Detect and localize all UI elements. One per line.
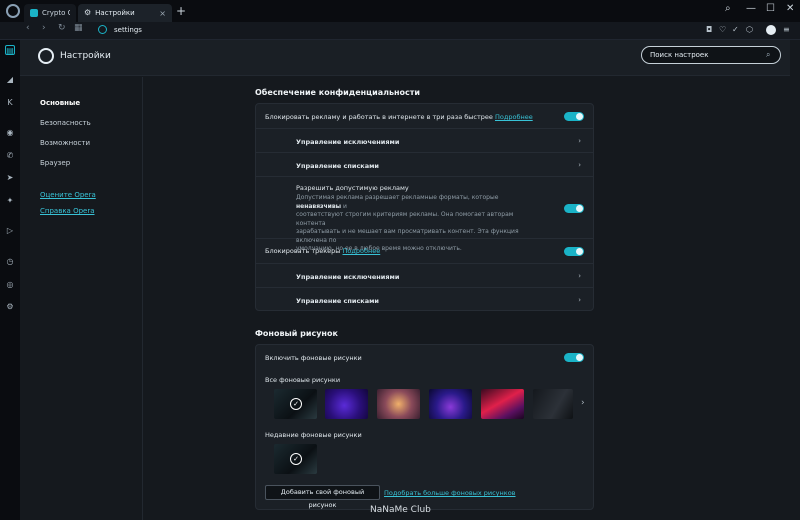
minimize-icon[interactable]: —	[746, 3, 756, 14]
close-window-icon[interactable]: ✕	[786, 3, 794, 14]
privacy-card: Блокировать рекламу и работать в интерне…	[255, 103, 594, 311]
check-icon[interactable]: ✓	[732, 25, 739, 34]
wallpaper-thumb-3[interactable]	[377, 389, 420, 419]
block-trackers-toggle[interactable]	[564, 247, 584, 256]
extensions-icon[interactable]: ◎	[5, 280, 15, 290]
tracker-exceptions-row[interactable]: Управление исключениями ›	[256, 264, 593, 288]
manage-exceptions-label: Управление исключениями	[296, 138, 400, 146]
tab-label: Настройки	[95, 9, 135, 17]
reload-icon[interactable]: ↻	[58, 23, 66, 33]
menu-icon[interactable]: ≡	[783, 25, 790, 34]
history-icon[interactable]: ◷	[5, 257, 15, 267]
tracker-lists-label: Управление списками	[296, 297, 379, 305]
chevron-right-icon: ›	[578, 272, 581, 280]
opera-site-icon	[98, 25, 107, 34]
settings-sidebar-icon[interactable]: ▤	[5, 45, 15, 55]
crypto-corner-favicon-icon	[30, 9, 38, 17]
gear-icon: ⚙	[84, 8, 92, 17]
chevron-right-icon: ›	[578, 137, 581, 145]
block-ads-toggle[interactable]	[564, 112, 584, 121]
tab-label: Crypto Corne	[42, 9, 70, 17]
selected-check-icon: ✓	[290, 453, 302, 465]
search-tabs-icon[interactable]: ⌕	[725, 3, 731, 14]
watermark: NaNaMe Club	[370, 505, 431, 515]
allow-ads-toggle[interactable]	[564, 204, 584, 213]
opera-logo-icon	[38, 48, 54, 64]
tab-grid-icon[interactable]: ▦	[74, 23, 83, 33]
allow-ads-title: Разрешить допустимую рекламу	[296, 184, 409, 192]
more-wallpapers-link[interactable]: Подобрать больше фоновых рисунков	[384, 489, 516, 497]
wallpaper-thumb-4[interactable]	[429, 389, 472, 419]
enable-wallpapers-label: Включить фоновые рисунки	[265, 354, 362, 362]
nav-item-browser[interactable]: Браузер	[40, 159, 70, 167]
tab-crypto-corner[interactable]: Crypto Corne	[24, 4, 76, 22]
wallpaper-thumb-2[interactable]	[325, 389, 368, 419]
wallpaper-thumb-6[interactable]	[533, 389, 573, 419]
block-trackers-more-link[interactable]: Подробнее	[343, 247, 381, 255]
discord-icon[interactable]: ◉	[5, 128, 15, 138]
search-icon: ⌕	[766, 50, 771, 59]
chevron-right-icon: ›	[578, 161, 581, 169]
manage-lists-row[interactable]: Управление списками ›	[256, 153, 593, 177]
twitter-icon[interactable]: ✦	[5, 196, 15, 206]
recent-wallpapers-label: Недавние фоновые рисунки	[265, 431, 362, 439]
nav-item-features[interactable]: Возможности	[40, 139, 90, 147]
block-trackers-label: Блокировать трекеры Подробнее	[265, 247, 381, 255]
opera-help-link[interactable]: Справка Opera	[40, 207, 95, 215]
allow-ads-row: Разрешить допустимую рекламу Допустимая …	[256, 177, 593, 252]
search-placeholder: Поиск настроек	[650, 51, 709, 59]
selected-check-icon: ✓	[290, 398, 302, 410]
back-icon[interactable]: ‹	[26, 23, 30, 33]
charts-icon[interactable]: ◢	[5, 75, 15, 85]
tab-settings[interactable]: ⚙ Настройки ×	[78, 4, 172, 22]
address-text[interactable]: settings	[114, 26, 142, 34]
block-ads-row: Блокировать рекламу и работать в интерне…	[256, 104, 593, 129]
wallpaper-section-title: Фоновый рисунок	[255, 329, 338, 338]
player-icon[interactable]: ▷	[5, 226, 15, 236]
new-tab-button[interactable]: +	[176, 4, 186, 18]
camera-icon[interactable]: ◘	[706, 25, 712, 34]
manage-lists-label: Управление списками	[296, 162, 379, 170]
telegram-icon[interactable]: ➤	[5, 173, 15, 183]
tracker-exceptions-label: Управление исключениями	[296, 273, 400, 281]
nav-item-basic[interactable]: Основные	[40, 99, 80, 107]
chevron-right-icon: ›	[578, 296, 581, 304]
close-tab-icon[interactable]: ×	[159, 9, 166, 18]
all-wallpapers-label: Все фоновые рисунки	[265, 376, 341, 384]
block-ads-label: Блокировать рекламу и работать в интерне…	[265, 113, 533, 121]
heart-icon[interactable]: ♡	[719, 25, 726, 34]
opera-menu-icon[interactable]	[6, 4, 20, 18]
k-app-icon[interactable]: K	[5, 98, 15, 108]
privacy-section-title: Обеспечение конфиденциальности	[255, 88, 421, 97]
manage-exceptions-row[interactable]: Управление исключениями ›	[256, 129, 593, 153]
maximize-icon[interactable]: ☐	[766, 3, 775, 14]
avatar[interactable]	[766, 25, 776, 35]
page-title: Настройки	[60, 51, 111, 61]
rate-opera-link[interactable]: Оцените Opera	[40, 191, 96, 199]
box-icon[interactable]: ⬡	[746, 25, 753, 34]
wallpaper-thumb-5[interactable]	[481, 389, 524, 419]
tracker-lists-row[interactable]: Управление списками ›	[256, 288, 593, 311]
whatsapp-icon[interactable]: ✆	[5, 151, 15, 161]
nav-item-security[interactable]: Безопасность	[40, 119, 91, 127]
block-ads-more-link[interactable]: Подробнее	[495, 113, 533, 121]
add-wallpaper-button[interactable]: Добавить свой фоновый рисунок	[265, 485, 380, 509]
next-wallpapers-icon[interactable]: ›	[581, 398, 585, 408]
sidebar-settings-icon[interactable]: ⚙	[5, 302, 15, 312]
block-trackers-row: Блокировать трекеры Подробнее	[256, 239, 593, 264]
forward-icon[interactable]: ›	[42, 23, 46, 33]
enable-wallpapers-toggle[interactable]	[564, 353, 584, 362]
